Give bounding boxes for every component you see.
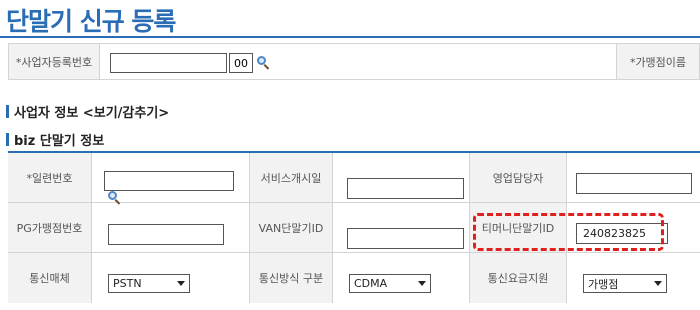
pg-merchant-no-input[interactable]: [108, 224, 224, 245]
service-start-label: 서비스개시일: [250, 153, 333, 202]
sales-rep-cell: [567, 153, 700, 202]
van-terminal-id-input[interactable]: [347, 228, 464, 249]
service-start-cell: [333, 153, 470, 202]
timoney-terminal-id-label: 티머니단말기ID: [470, 203, 567, 252]
page-title: 단말기 신규 등록: [6, 7, 176, 36]
terminal-info-grid: *일련번호 서비스개시일 영업담당자 PG가맹점번호 VAN단말기ID 티머니단…: [8, 151, 700, 303]
serial-label: *일련번호: [8, 153, 92, 202]
timoney-terminal-id-input[interactable]: [576, 223, 668, 244]
timoney-terminal-id-cell: [567, 203, 700, 252]
comm-fee-support-label: 통신요금지원: [470, 253, 567, 303]
section-bullet: [6, 105, 9, 118]
search-bar: *사업자등록번호 *가맹점이름: [8, 43, 700, 80]
chevron-down-icon: [177, 281, 185, 286]
comm-method-label: 통신방식 구분: [250, 253, 333, 303]
biz-info-section-toggle[interactable]: 사업자 정보 <보기/감추기>: [6, 102, 169, 121]
comm-media-label: 통신매체: [8, 253, 92, 303]
grid-row: 통신매체 PSTN 통신방식 구분 CDMA 통신요금지원 가맹점: [8, 253, 700, 303]
comm-media-selected: PSTN: [113, 277, 142, 290]
serial-input[interactable]: [104, 171, 234, 191]
chevron-down-icon: [654, 281, 662, 286]
comm-method-selected: CDMA: [354, 277, 388, 290]
grid-row: *일련번호 서비스개시일 영업담당자: [8, 153, 700, 205]
pg-merchant-no-label: PG가맹점번호: [8, 203, 92, 252]
chevron-down-icon: [418, 281, 426, 286]
service-start-input[interactable]: [347, 178, 464, 199]
biz-no-input[interactable]: [110, 53, 227, 73]
section-bullet: [6, 133, 9, 146]
comm-method-cell: CDMA: [333, 253, 470, 303]
comm-fee-support-select[interactable]: 가맹점: [583, 274, 667, 293]
comm-fee-support-cell: 가맹점: [567, 253, 700, 303]
van-terminal-id-label: VAN단말기ID: [250, 203, 333, 252]
grid-row: PG가맹점번호 VAN단말기ID 티머니단말기ID: [8, 203, 700, 253]
terminal-info-section: biz 단말기 정보: [6, 130, 104, 149]
comm-fee-support-selected: 가맹점: [588, 277, 619, 291]
biz-code-input[interactable]: [229, 53, 253, 73]
title-divider: [0, 36, 700, 38]
serial-cell: [92, 153, 250, 205]
biz-search-icon[interactable]: [257, 56, 271, 70]
biz-no-label: *사업자등록번호: [9, 44, 100, 79]
sales-rep-label: 영업담당자: [470, 153, 567, 202]
pg-merchant-no-cell: [92, 203, 250, 252]
comm-method-select[interactable]: CDMA: [349, 274, 431, 293]
comm-media-select[interactable]: PSTN: [108, 274, 190, 293]
merchant-name-label: *가맹점이름: [616, 44, 699, 79]
biz-info-section-title: 사업자 정보 <보기/감추기>: [14, 106, 170, 121]
terminal-info-section-title: biz 단말기 정보: [14, 134, 105, 149]
comm-media-cell: PSTN: [92, 253, 250, 303]
sales-rep-input[interactable]: [576, 173, 692, 194]
van-terminal-id-cell: [333, 203, 470, 252]
